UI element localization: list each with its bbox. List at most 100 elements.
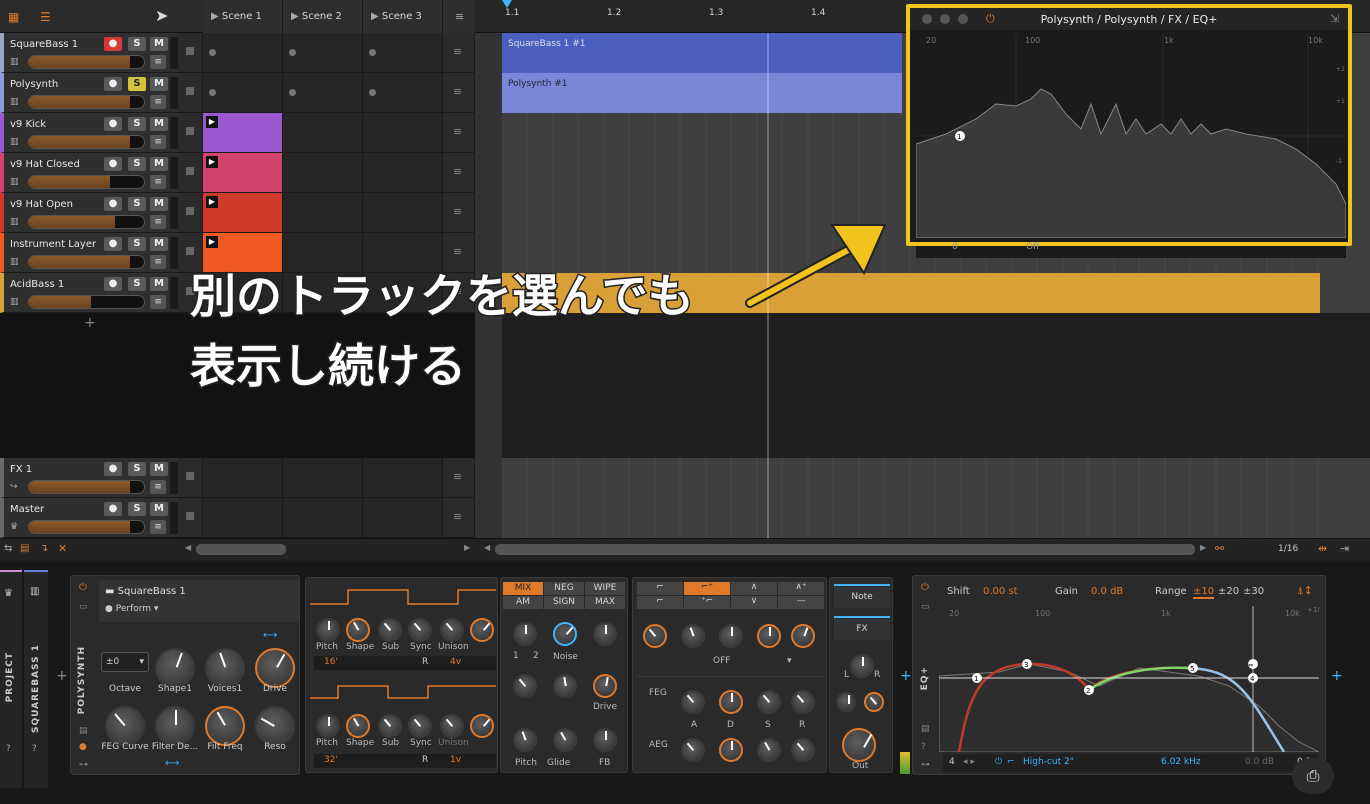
aeg-release-knob[interactable] <box>791 738 815 762</box>
mix-mode-am[interactable]: AM <box>503 596 543 609</box>
osc1-pitch-knob[interactable] <box>316 618 340 642</box>
add-device-middle[interactable]: + <box>900 668 912 684</box>
clip-slot[interactable]: ▶ <box>203 193 283 233</box>
track-name[interactable]: Polysynth <box>10 79 58 90</box>
mute-button[interactable]: M <box>150 157 168 171</box>
mix-mode-mix[interactable]: MIX <box>503 582 543 595</box>
eq-shift-value[interactable]: 0.00 st <box>983 586 1018 597</box>
clip-slot[interactable] <box>203 498 283 538</box>
mute-button[interactable]: M <box>150 77 168 91</box>
volume-slider[interactable] <box>28 520 145 534</box>
track-menu-button[interactable]: ≡ <box>150 255 166 269</box>
eq-power-icon[interactable]: ⏻ <box>921 582 929 593</box>
mix-mode-wipe[interactable]: WIPE <box>585 582 625 595</box>
track-header[interactable]: FX 1 ● S M ↪ ≡ <box>0 458 178 498</box>
preset-mode[interactable]: Perform <box>116 604 151 614</box>
feg-curve-knob[interactable] <box>105 706 145 746</box>
octave-select[interactable]: ±0 ▾ <box>101 652 149 672</box>
grid-quantize[interactable]: 1/16 <box>1278 544 1298 554</box>
help-icon-2[interactable]: ? <box>32 744 37 754</box>
arranger-clip-polysynth[interactable]: Polysynth #1 <box>502 73 902 113</box>
solo-button[interactable]: S <box>128 237 146 251</box>
eq-gain-value[interactable]: 0.0 dB <box>1091 586 1123 597</box>
stop-button[interactable] <box>178 33 203 73</box>
record-arm-button[interactable]: ● <box>104 462 122 476</box>
env-amount-knob[interactable] <box>757 624 781 648</box>
add-track-button[interactable]: + <box>84 315 96 331</box>
scene-1[interactable]: ▶ Scene 1 <box>203 0 283 33</box>
pan-knob[interactable] <box>850 654 874 678</box>
osc2-shape-knob[interactable] <box>346 714 370 738</box>
track-header[interactable]: Polysynth ● S M ▥ ≡ <box>0 73 178 113</box>
clip-slot[interactable] <box>363 153 443 193</box>
pointer-tool-icon[interactable]: ➤ <box>155 6 168 25</box>
track-header[interactable]: SquareBass 1 ● S M ▥ ≡ <box>0 33 178 73</box>
scene-3[interactable]: ▶ Scene 3 <box>363 0 443 33</box>
volume-slider[interactable] <box>28 175 145 189</box>
mute-button[interactable]: M <box>150 197 168 211</box>
osc2-sync-knob[interactable] <box>408 714 432 738</box>
expand-device-icon[interactable]: ⊶ <box>79 760 88 770</box>
range-30[interactable]: ±30 <box>1243 586 1264 597</box>
filter-type-hp2[interactable]: ⁺⌐ <box>684 596 730 609</box>
clip-slot[interactable] <box>283 113 363 153</box>
feg-sustain-knob[interactable] <box>757 690 781 714</box>
project-tab[interactable]: ♛ PROJECT ? <box>0 570 22 788</box>
band-power-icon[interactable]: ⏻ <box>995 757 1002 767</box>
clip-slot[interactable] <box>363 113 443 153</box>
track-menu-button[interactable]: ≡ <box>150 175 166 189</box>
close-icon[interactable]: ✕ <box>58 542 67 555</box>
eq-adaptive-icon[interactable]: ⍋↕ <box>1297 584 1313 598</box>
band-frequency[interactable]: 6.02 kHz <box>1161 757 1201 767</box>
record-arm-button[interactable]: ● <box>104 117 122 131</box>
track-name[interactable]: AcidBass 1 <box>10 279 64 290</box>
reso-knob[interactable] <box>255 706 295 746</box>
scene-2[interactable]: ▶ Scene 2 <box>283 0 363 33</box>
clip-slot[interactable] <box>363 498 443 538</box>
screenshot-scan-icon[interactable]: ⎙ <box>1292 758 1334 794</box>
drive-knob-2[interactable] <box>593 622 617 646</box>
fb-knob[interactable] <box>593 728 617 752</box>
mix-a-knob[interactable] <box>513 674 537 698</box>
track-name[interactable]: FX 1 <box>10 464 32 475</box>
band-type[interactable]: High-cut 2" <box>1023 757 1074 767</box>
filt-freq-knob[interactable] <box>205 706 245 746</box>
keytrack-knob[interactable] <box>719 624 743 648</box>
add-device-left[interactable]: + <box>56 668 68 684</box>
mute-button[interactable]: M <box>150 277 168 291</box>
track-menu-button[interactable]: ≡ <box>150 135 166 149</box>
track-menu-button[interactable]: ≡ <box>150 480 166 494</box>
solo-button[interactable]: S <box>128 462 146 476</box>
expand-icon[interactable]: ⇥ <box>1340 542 1349 555</box>
scene-launch-slot[interactable]: ≡ <box>443 33 475 73</box>
osc2-pitch-knob[interactable] <box>316 714 340 738</box>
clip-slot[interactable] <box>283 73 363 113</box>
solo-button[interactable]: S <box>128 197 146 211</box>
osc-mix-knob[interactable] <box>513 622 537 646</box>
osc2-unison-knob[interactable] <box>440 714 464 738</box>
track-header[interactable]: v9 Hat Open ● S M ▥ ≡ <box>0 193 178 233</box>
solo-button[interactable]: S <box>128 117 146 131</box>
osc1-sync-knob[interactable] <box>408 618 432 642</box>
track-menu-button[interactable]: ≡ <box>150 295 166 309</box>
help-icon[interactable]: ? <box>6 744 11 754</box>
track-header[interactable]: Instrument Layer ● S M ▥ ≡ <box>0 233 178 273</box>
feg-decay-knob[interactable] <box>719 690 743 714</box>
zoom-fit-icon[interactable]: ⇹ <box>1318 542 1327 555</box>
mute-button[interactable]: M <box>150 37 168 51</box>
glide-knob[interactable] <box>553 728 577 752</box>
filter-decay-knob[interactable] <box>155 706 195 746</box>
mix-mode-max[interactable]: MAX <box>585 596 625 609</box>
list-icon[interactable]: ☰ <box>40 10 56 24</box>
mix-b-knob[interactable] <box>553 674 577 698</box>
solo-button[interactable]: S <box>128 502 146 516</box>
filter-type-bp2[interactable]: ∧⁺ <box>778 582 824 595</box>
clip-scrollbar[interactable] <box>196 544 286 555</box>
eq-band-number[interactable]: 4 <box>949 757 955 767</box>
filter-type-bp[interactable]: ∧ <box>731 582 777 595</box>
stop-button[interactable] <box>178 73 203 113</box>
panel-icon[interactable]: ▤ <box>79 726 88 736</box>
clip-slot[interactable]: ▶ <box>203 113 283 153</box>
clip-slot[interactable] <box>283 33 363 73</box>
modulator-icon[interactable]: ● <box>79 742 87 752</box>
